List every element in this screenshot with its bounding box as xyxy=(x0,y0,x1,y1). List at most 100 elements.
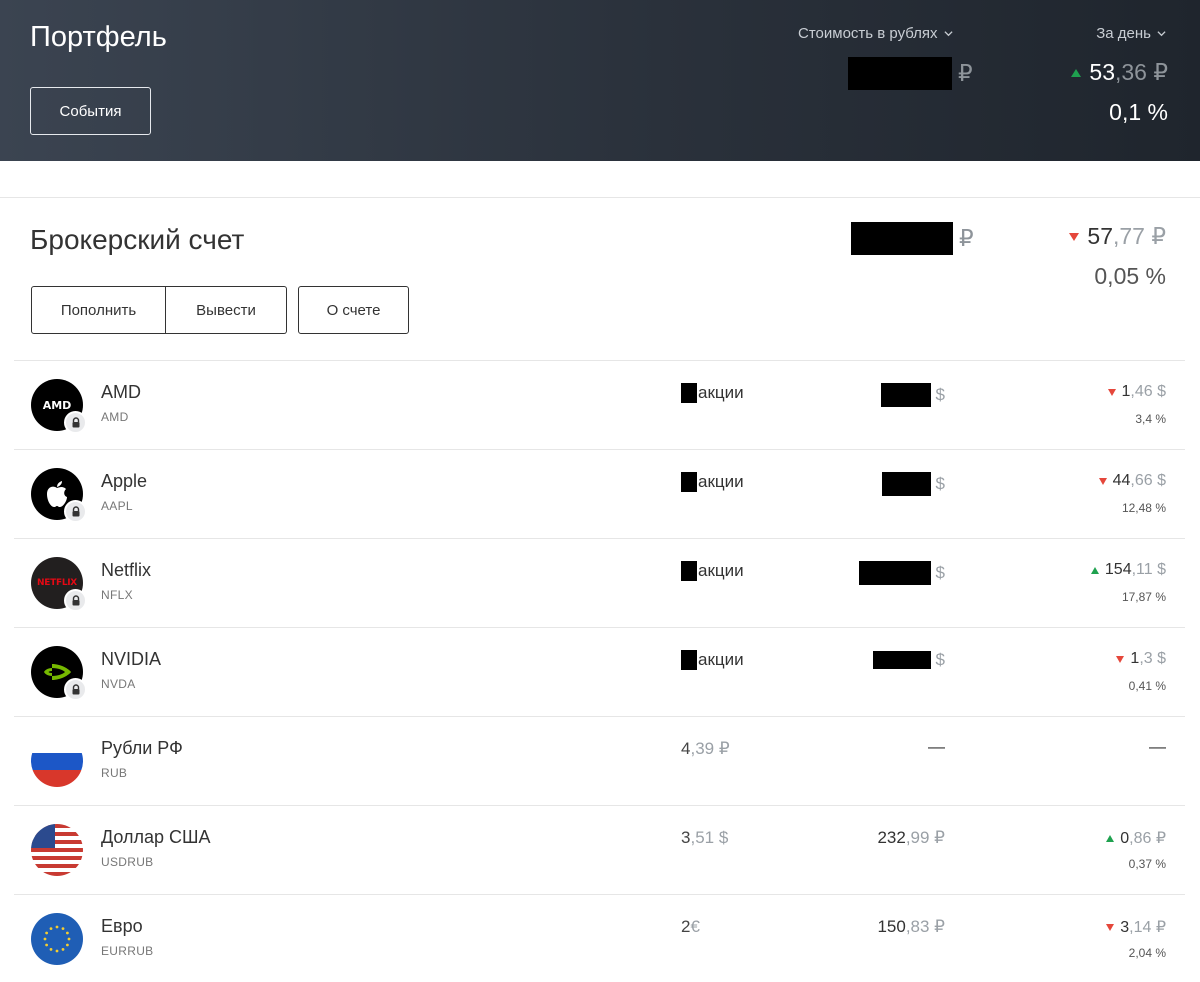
quantity-integer: 2 xyxy=(681,917,691,936)
currency-symbol: $ xyxy=(935,650,945,669)
change-decimal: ,86 ₽ xyxy=(1129,830,1166,847)
lock-icon xyxy=(64,589,87,612)
account-day-change-pct: 0,05 % xyxy=(1094,263,1166,289)
currency-symbol: $ xyxy=(935,563,945,582)
currency-symbol: ₽ xyxy=(959,225,974,251)
change-integer: 1 xyxy=(1130,650,1140,667)
account-actions: Пополнить Вывести xyxy=(31,286,287,334)
quantity-decimal: ,39 ₽ xyxy=(690,739,730,758)
asset-logo xyxy=(31,468,87,523)
russia-flag-icon xyxy=(31,735,83,787)
asset-change-pct: 0,41 % xyxy=(1128,679,1166,693)
period-dropdown[interactable]: За день xyxy=(1096,25,1166,42)
asset-ticker: RUB xyxy=(101,766,128,780)
quantity-integer: 4 xyxy=(681,739,691,758)
redacted-value xyxy=(681,383,697,403)
redacted-value xyxy=(880,383,931,407)
redacted-value xyxy=(848,57,952,90)
asset-ticker: EURRUB xyxy=(101,944,154,958)
change-integer: 44 xyxy=(1112,472,1131,489)
asset-change: 44,66 $ xyxy=(1098,472,1166,490)
quantity-unit: акции xyxy=(698,472,744,491)
currency-symbol: $ xyxy=(935,385,945,404)
usa-flag-icon xyxy=(31,824,83,876)
change-decimal: ,46 $ xyxy=(1130,383,1166,400)
asset-name: Netflix xyxy=(101,560,152,580)
holdings-list: AMD AMD AMD акции $ 1,46 $ 3,4 % Apple A… xyxy=(14,360,1185,982)
asset-change: 1,3 $ xyxy=(1116,650,1166,668)
redacted-value xyxy=(851,222,953,255)
asset-change-pct: 17,87 % xyxy=(1121,590,1166,604)
asset-quantity: акции xyxy=(681,561,744,581)
asset-change-pct: 12,48 % xyxy=(1121,501,1166,515)
change-decimal: ,77 ₽ xyxy=(1113,223,1166,249)
portfolio-total-value: ₽ xyxy=(848,57,973,90)
holding-row-apple[interactable]: Apple AAPL акции $ 44,66 $ 12,48 % xyxy=(14,449,1185,538)
asset-name: Евро xyxy=(101,916,143,936)
holding-row-amd[interactable]: AMD AMD AMD акции $ 1,46 $ 3,4 % xyxy=(14,360,1185,449)
asset-quantity: 4,39 ₽ xyxy=(681,739,730,759)
arrow-down-icon xyxy=(1106,923,1115,931)
holding-row-rub[interactable]: Рубли РФ RUB 4,39 ₽ — — xyxy=(14,716,1185,805)
deposit-button[interactable]: Пополнить xyxy=(31,286,166,334)
change-decimal: ,11 $ xyxy=(1131,561,1166,578)
change-integer: 154 xyxy=(1104,561,1132,578)
value-currency-dropdown[interactable]: Стоимость в рублях xyxy=(798,25,953,42)
asset-value: $ xyxy=(880,383,945,407)
change-decimal: ,14 ₽ xyxy=(1129,919,1166,936)
holding-row-eur[interactable]: Евро EURRUB 2 € 150,83 ₽ 3,14 ₽ 2,04 % xyxy=(14,894,1185,982)
holding-row-netflix[interactable]: NETFLIX Netflix NFLX акции $ 154,11 $ 17… xyxy=(14,538,1185,627)
asset-change-empty: — xyxy=(1149,737,1166,756)
asset-name: Доллар США xyxy=(101,827,211,847)
asset-change-pct: 2,04 % xyxy=(1128,946,1166,960)
redacted-value xyxy=(681,472,697,492)
asset-value: $ xyxy=(881,472,945,496)
quantity-decimal: ,51 $ xyxy=(690,828,729,847)
quantity-unit: акции xyxy=(698,650,744,669)
value-decimal: ,99 ₽ xyxy=(905,828,945,847)
change-decimal: ,3 $ xyxy=(1139,650,1166,667)
asset-logo xyxy=(31,735,83,787)
withdraw-button[interactable]: Вывести xyxy=(166,286,287,334)
account-title: Брокерский счет xyxy=(30,224,245,255)
arrow-up-icon xyxy=(1090,566,1099,574)
asset-change: 0,86 ₽ xyxy=(1106,828,1166,848)
arrow-up-icon xyxy=(1106,834,1115,842)
quantity-unit: акции xyxy=(698,561,744,580)
account-day-change: 57,77 ₽ xyxy=(1069,223,1166,250)
change-integer: 0 xyxy=(1120,830,1130,847)
lock-icon xyxy=(64,500,87,523)
portfolio-day-change: 53,36 ₽ xyxy=(1071,59,1168,86)
asset-value-empty: — xyxy=(928,737,945,756)
value-integer: 232 xyxy=(877,828,906,847)
redacted-value xyxy=(858,561,931,585)
arrow-up-icon xyxy=(1071,68,1082,77)
value-integer: 150 xyxy=(877,917,906,936)
arrow-down-icon xyxy=(1107,388,1116,396)
asset-ticker: AMD xyxy=(101,410,129,424)
asset-change: 3,14 ₽ xyxy=(1106,917,1166,937)
asset-quantity: акции xyxy=(681,650,744,670)
account-total-value: ₽ xyxy=(851,222,974,255)
section-divider xyxy=(0,197,1200,198)
arrow-down-icon xyxy=(1098,477,1107,485)
redacted-value xyxy=(881,472,931,496)
page-title: Портфель xyxy=(30,21,167,53)
events-button[interactable]: События xyxy=(30,87,151,135)
value-currency-dropdown-label: Стоимость в рублях xyxy=(798,25,938,42)
quantity-unit: акции xyxy=(698,383,744,402)
asset-logo xyxy=(31,824,83,876)
arrow-down-icon xyxy=(1069,232,1080,241)
holding-row-usd[interactable]: Доллар США USDRUB 3,51 $ 232,99 ₽ 0,86 ₽… xyxy=(14,805,1185,894)
asset-name: NVIDIA xyxy=(101,649,162,669)
change-decimal: ,36 ₽ xyxy=(1115,59,1168,85)
change-integer: 3 xyxy=(1120,919,1130,936)
account-info-button[interactable]: О счете xyxy=(298,286,409,334)
chevron-down-icon xyxy=(943,31,953,37)
redacted-value xyxy=(872,651,931,669)
holding-row-nvidia[interactable]: NVIDIA NVDA акции $ 1,3 $ 0,41 % xyxy=(14,627,1185,716)
arrow-down-icon xyxy=(1116,655,1125,663)
eu-flag-icon xyxy=(31,913,83,965)
asset-quantity: 3,51 $ xyxy=(681,828,728,848)
asset-change-pct: 0,37 % xyxy=(1128,857,1166,871)
